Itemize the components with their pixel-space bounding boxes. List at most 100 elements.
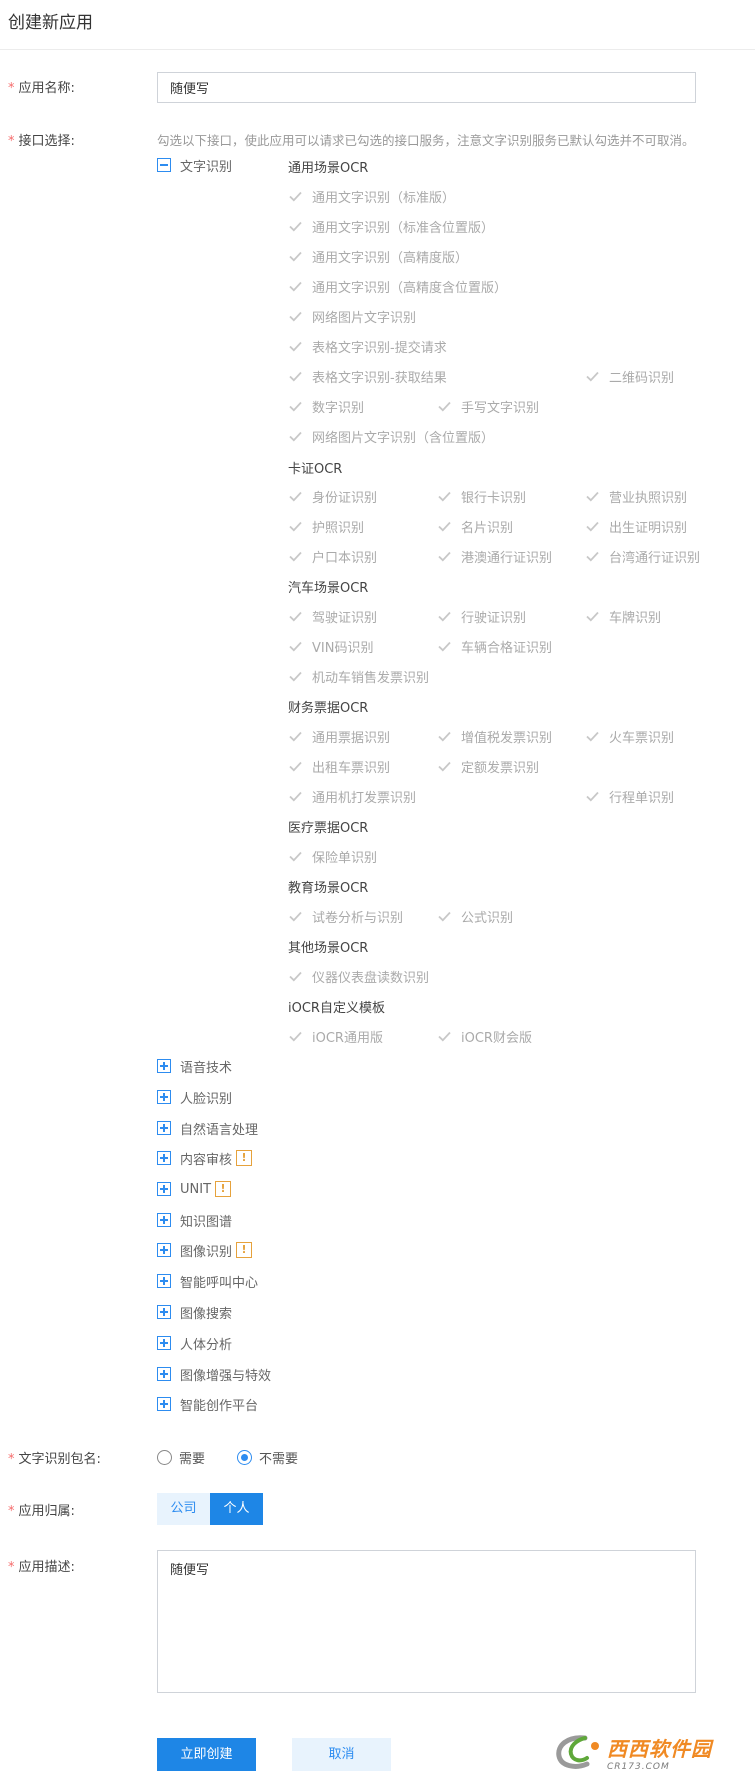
- tree-node-service[interactable]: 知识图谱: [157, 1210, 232, 1230]
- checkmark-icon[interactable]: [437, 729, 451, 743]
- checkmark-icon[interactable]: [288, 429, 302, 443]
- checkmark-icon[interactable]: [288, 189, 302, 203]
- ocr-checkbox-item[interactable]: 手写文字识别: [437, 396, 539, 416]
- tree-node-service[interactable]: 人体分析: [157, 1333, 232, 1353]
- checkmark-icon[interactable]: [437, 1029, 451, 1043]
- ocr-checkbox-item[interactable]: iOCR财会版: [437, 1026, 532, 1046]
- ocr-checkbox-item[interactable]: 通用文字识别（高精度版）: [288, 246, 468, 266]
- checkmark-icon[interactable]: [437, 519, 451, 533]
- ocr-checkbox-item[interactable]: 通用文字识别（标准版）: [288, 186, 455, 206]
- owner-company-button[interactable]: 公司: [157, 1493, 210, 1525]
- expand-icon[interactable]: [157, 1397, 171, 1411]
- radio-circle[interactable]: [157, 1449, 172, 1465]
- ocr-checkbox-item[interactable]: 名片识别: [437, 516, 513, 536]
- checkmark-icon[interactable]: [585, 519, 599, 533]
- ocr-checkbox-item[interactable]: 保险单识别: [288, 846, 377, 866]
- checkmark-icon[interactable]: [288, 309, 302, 323]
- ocr-checkbox-item[interactable]: 身份证识别: [288, 486, 377, 506]
- ocr-checkbox-item[interactable]: 表格文字识别-提交请求: [288, 336, 447, 356]
- checkmark-icon[interactable]: [585, 549, 599, 563]
- checkmark-icon[interactable]: [288, 519, 302, 533]
- tree-node-service[interactable]: 人脸识别: [157, 1087, 232, 1107]
- ocr-checkbox-item[interactable]: 行程单识别: [585, 786, 674, 806]
- expand-icon[interactable]: [157, 1336, 171, 1350]
- desc-textarea[interactable]: 随便写: [157, 1550, 696, 1693]
- ocr-checkbox-item[interactable]: 出租车票识别: [288, 756, 390, 776]
- checkmark-icon[interactable]: [288, 369, 302, 383]
- checkmark-icon[interactable]: [288, 339, 302, 353]
- expand-icon[interactable]: [157, 1151, 171, 1165]
- expand-icon[interactable]: [157, 1090, 171, 1104]
- ocr-checkbox-item[interactable]: 试卷分析与识别: [288, 906, 403, 926]
- tree-node-service[interactable]: 图像增强与特效: [157, 1364, 271, 1384]
- tree-node-service[interactable]: 语音技术: [157, 1056, 232, 1076]
- ocr-checkbox-item[interactable]: VIN码识别: [288, 636, 373, 656]
- ocr-checkbox-item[interactable]: 二维码识别: [585, 366, 674, 386]
- checkmark-icon[interactable]: [288, 1029, 302, 1043]
- owner-personal-button[interactable]: 个人: [210, 1493, 263, 1525]
- ocr-checkbox-item[interactable]: 车牌识别: [585, 606, 661, 626]
- ocr-checkbox-item[interactable]: 户口本识别: [288, 546, 377, 566]
- checkmark-icon[interactable]: [288, 729, 302, 743]
- ocr-checkbox-item[interactable]: 网络图片文字识别（含位置版）: [288, 426, 494, 446]
- checkmark-icon[interactable]: [288, 909, 302, 923]
- ocr-checkbox-item[interactable]: 通用文字识别（高精度含位置版）: [288, 276, 507, 296]
- checkmark-icon[interactable]: [288, 759, 302, 773]
- tree-node-ocr[interactable]: 文字识别: [157, 155, 232, 175]
- checkmark-icon[interactable]: [288, 669, 302, 683]
- app-name-input[interactable]: [157, 72, 696, 103]
- ocr-checkbox-item[interactable]: 出生证明识别: [585, 516, 687, 536]
- checkmark-icon[interactable]: [288, 249, 302, 263]
- ocr-checkbox-item[interactable]: 通用文字识别（标准含位置版）: [288, 216, 494, 236]
- checkmark-icon[interactable]: [288, 489, 302, 503]
- checkmark-icon[interactable]: [585, 789, 599, 803]
- ocr-checkbox-item[interactable]: 数字识别: [288, 396, 364, 416]
- checkmark-icon[interactable]: [437, 489, 451, 503]
- checkmark-icon[interactable]: [437, 759, 451, 773]
- checkmark-icon[interactable]: [288, 219, 302, 233]
- tree-node-service[interactable]: 图像识别!: [157, 1240, 253, 1260]
- ocr-checkbox-item[interactable]: 增值税发票识别: [437, 726, 552, 746]
- ocr-checkbox-item[interactable]: 公式识别: [437, 906, 513, 926]
- checkmark-icon[interactable]: [437, 909, 451, 923]
- checkmark-icon[interactable]: [288, 639, 302, 653]
- checkmark-icon[interactable]: [288, 549, 302, 563]
- ocr-checkbox-item[interactable]: 港澳通行证识别: [437, 546, 552, 566]
- tree-node-service[interactable]: 智能呼叫中心: [157, 1271, 258, 1291]
- ocr-checkbox-item[interactable]: iOCR通用版: [288, 1026, 383, 1046]
- checkmark-icon[interactable]: [288, 789, 302, 803]
- tree-node-service[interactable]: 图像搜索: [157, 1302, 232, 1322]
- tree-node-service[interactable]: 智能创作平台: [157, 1394, 258, 1414]
- checkmark-icon[interactable]: [585, 729, 599, 743]
- checkmark-icon[interactable]: [437, 399, 451, 413]
- expand-icon[interactable]: [157, 1243, 171, 1257]
- radio-not-need[interactable]: 不需要: [237, 1447, 298, 1467]
- expand-icon[interactable]: [157, 1213, 171, 1227]
- checkmark-icon[interactable]: [288, 969, 302, 983]
- ocr-checkbox-item[interactable]: 仪器仪表盘读数识别: [288, 966, 429, 986]
- checkmark-icon[interactable]: [288, 849, 302, 863]
- radio-need[interactable]: 需要: [157, 1447, 205, 1467]
- tree-node-service[interactable]: 自然语言处理: [157, 1118, 258, 1138]
- ocr-checkbox-item[interactable]: 表格文字识别-获取结果: [288, 366, 447, 386]
- expand-icon[interactable]: [157, 1121, 171, 1135]
- radio-circle-selected[interactable]: [237, 1449, 252, 1465]
- checkmark-icon[interactable]: [585, 609, 599, 623]
- collapse-icon[interactable]: [157, 158, 171, 172]
- ocr-checkbox-item[interactable]: 定额发票识别: [437, 756, 539, 776]
- ocr-checkbox-item[interactable]: 通用票据识别: [288, 726, 390, 746]
- tree-node-service[interactable]: 内容审核!: [157, 1148, 253, 1168]
- checkmark-icon[interactable]: [437, 609, 451, 623]
- cancel-button[interactable]: 取消: [292, 1738, 391, 1771]
- ocr-checkbox-item[interactable]: 行驶证识别: [437, 606, 526, 626]
- ocr-checkbox-item[interactable]: 护照识别: [288, 516, 364, 536]
- expand-icon[interactable]: [157, 1305, 171, 1319]
- expand-icon[interactable]: [157, 1274, 171, 1288]
- expand-icon[interactable]: [157, 1367, 171, 1381]
- checkmark-icon[interactable]: [288, 279, 302, 293]
- expand-icon[interactable]: [157, 1182, 171, 1196]
- ocr-checkbox-item[interactable]: 营业执照识别: [585, 486, 687, 506]
- expand-icon[interactable]: [157, 1059, 171, 1073]
- ocr-checkbox-item[interactable]: 通用机打发票识别: [288, 786, 416, 806]
- ocr-checkbox-item[interactable]: 网络图片文字识别: [288, 306, 416, 326]
